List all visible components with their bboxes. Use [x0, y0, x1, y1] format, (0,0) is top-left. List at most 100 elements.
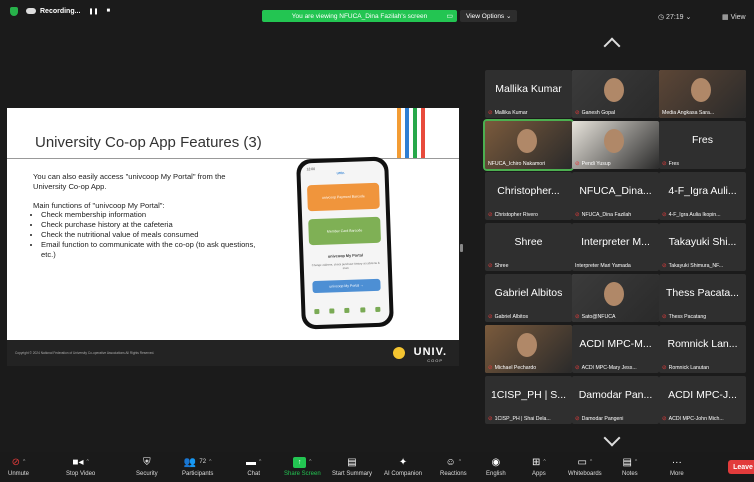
nav-icon [314, 308, 320, 315]
interpretation-button[interactable]: ◉ English [486, 456, 506, 477]
participant-display-name: ACDI MPC-M... [579, 338, 652, 350]
participant-face [604, 78, 624, 102]
participant-tile[interactable]: ⊘ Sato@NFUCA [572, 274, 659, 322]
participant-tile[interactable]: Fres ⊘ Fres [659, 121, 746, 169]
color-stripes [397, 108, 425, 158]
slide-title: University Co-op App Features (3) [35, 134, 262, 151]
security-label: Security [136, 471, 158, 477]
participant-face [517, 129, 537, 153]
nav-icon [329, 308, 335, 314]
leave-button[interactable]: Leave [728, 460, 754, 474]
participant-display-name: 4-F_Igra Auli... [668, 185, 737, 197]
start-summary-button[interactable]: ▤ Start Summary [332, 456, 372, 477]
stripe-red [421, 108, 425, 158]
gallery-scroll-up-icon[interactable] [603, 37, 621, 55]
participant-tile[interactable]: 4-F_Igra Auli... ⊘ 4-F_Igra Aulia Ikopin..… [659, 172, 746, 220]
stripe-green [413, 108, 417, 158]
stop-video-button[interactable]: ■◂ ^ Stop Video [66, 456, 95, 477]
unmute-button[interactable]: ⊘ ^ Unmute [8, 456, 29, 477]
participants-label: Participants [182, 471, 214, 477]
view-options-button[interactable]: View Options ⌄ [460, 10, 518, 22]
whiteboards-label: Whiteboards [568, 471, 602, 477]
participant-display-name: NFUCA_Dina... [579, 185, 652, 197]
reactions-button[interactable]: ☺ ^ Reactions [440, 456, 467, 477]
participant-name-label: ⊘ ACDI MPC-Mary Jess... [575, 365, 657, 371]
participant-tile[interactable]: Shree ⊘ Shree [485, 223, 572, 271]
participant-tile[interactable]: Mallika Kumar ⊘ Mallika Kumar [485, 70, 572, 118]
participant-tile[interactable]: Romnick Lan... ⊘ Romnick Lanutan [659, 325, 746, 373]
gallery-scroll-down-icon[interactable] [603, 429, 621, 447]
participants-button[interactable]: 👥 72 ^ Participants [182, 456, 213, 477]
notes-label: Notes [622, 471, 638, 477]
participant-name: Interpreter Mari Yamada [575, 263, 631, 269]
summary-icon: ▤ [347, 457, 357, 468]
stop-recording-button[interactable]: ■ [107, 8, 111, 14]
ai-companion-button[interactable]: ✦ AI Companion [384, 456, 422, 477]
participant-tile[interactable]: ⊘ Michael Pechardo [485, 325, 572, 373]
slide-bullet-list: Check membership information Check purch… [33, 210, 258, 259]
participant-name: 4-F_Igra Aulia Ikopin... [668, 212, 721, 218]
bullet-item: Check membership information [41, 210, 258, 220]
chat-icon: ▬ ^ [246, 457, 262, 468]
participant-name: Shree [494, 263, 509, 269]
participant-name-label: Media Angkasa Sara... [662, 110, 744, 116]
participant-tile[interactable]: Christopher... ⊘ Christopher Rivero [485, 172, 572, 220]
unmute-label: Unmute [8, 471, 30, 477]
apps-button[interactable]: ⊞ ^ Apps [532, 456, 546, 477]
participant-display-name: Christopher... [497, 185, 560, 197]
participant-tile[interactable]: Gabriel Albitos ⊘ Gabriel Albitos [485, 274, 572, 322]
participant-tile[interactable]: Thess Pacata... ⊘ Thess Pacatang [659, 274, 746, 322]
notes-button[interactable]: ▤ ^ Notes [622, 456, 638, 477]
slide-footer: Copyright © 2024 National Federation of … [7, 340, 459, 366]
participant-name: Fres [668, 161, 679, 167]
participant-tile[interactable]: ⊘ Pendi Yusup [572, 121, 659, 169]
nav-icon [344, 307, 350, 314]
chat-button[interactable]: ▬ ^ Chat [246, 456, 261, 477]
participant-tile[interactable]: Interpreter M... Interpreter Mari Yamada [572, 223, 659, 271]
participant-tile[interactable]: ACDI MPC-M... ⊘ ACDI MPC-Mary Jess... [572, 325, 659, 373]
shared-slide: University Co-op App Features (3) You ca… [7, 108, 459, 366]
participant-name-label: ⊘ 4-F_Igra Aulia Ikopin... [662, 212, 744, 218]
participant-tile[interactable]: ⊘ Ganesh Gopal [572, 70, 659, 118]
participant-tile[interactable]: NFUCA_Dina... ⊘ NFUCA_Dina Fazilah [572, 172, 659, 220]
sparkle-icon: ✦ [398, 457, 408, 468]
more-label: More [670, 471, 684, 477]
participant-name: NFUCA_Ichiro Nakamori [488, 161, 546, 167]
participant-name: Gabriel Albitos [494, 314, 529, 320]
share-screen-button[interactable]: ↑ ^ Share Screen [284, 456, 321, 477]
participant-tile[interactable]: ACDI MPC-J... ⊘ ACDI MPC-John Mich... [659, 376, 746, 424]
globe-icon: ◉ [491, 457, 501, 468]
more-button[interactable]: ··· More [670, 456, 684, 477]
participant-name: Takayuki Shimura_NF... [668, 263, 724, 269]
phone-mockup: 12:00 univ. univcoop Payment Barcode Mem… [296, 156, 394, 330]
meeting-toolbar: ⊘ ^ Unmute ■◂ ^ Stop Video ⛨ Security 👥 72 ^… [0, 452, 754, 482]
video-camera-icon: ■◂ ^ [72, 457, 89, 468]
participant-tile[interactable]: NFUCA_Ichiro Nakamori [483, 119, 574, 171]
pause-recording-button[interactable]: ❚❚ [88, 8, 98, 15]
share-screen-label: Share Screen [284, 471, 321, 477]
participant-display-name: Fres [692, 134, 713, 146]
participant-tile[interactable]: Takayuki Shi... ⊘ Takayuki Shimura_NF... [659, 223, 746, 271]
whiteboards-button[interactable]: ▭ ^ Whiteboards [568, 456, 602, 477]
apps-icon: ⊞ ^ [532, 457, 546, 468]
muted-mic-icon: ⊘ [575, 314, 580, 320]
split-resize-handle[interactable] [460, 244, 463, 252]
portal-title: univcoop My Portal [327, 253, 364, 259]
whiteboard-icon: ▭ ^ [577, 457, 593, 468]
participant-name-label: ⊘ Mallika Kumar [488, 110, 570, 116]
slide-paragraph-1: You can also easily access "univcoop My … [33, 172, 226, 191]
recording-indicator: Recording... ❚❚ ■ [10, 6, 111, 16]
stop-video-label: Stop Video [66, 471, 96, 477]
meeting-timer[interactable]: ◷ 27:19 ⌄ [658, 13, 691, 21]
view-button[interactable]: ▦ View [722, 13, 746, 21]
participant-name-label: ⊘ Christopher Rivero [488, 212, 570, 218]
participant-tile[interactable]: 1CISP_PH | S... ⊘ 1CISP_PH | Shai Dela... [485, 376, 572, 424]
stripe-orange [397, 108, 401, 158]
payment-barcode-card: univcoop Payment Barcode [306, 182, 380, 212]
participant-name: Media Angkasa Sara... [662, 110, 715, 116]
participant-display-name: Gabriel Albitos [494, 287, 563, 299]
participant-name: ACDI MPC-Mary Jess... [581, 365, 637, 371]
security-button[interactable]: ⛨ Security [136, 456, 158, 477]
participant-tile[interactable]: Media Angkasa Sara... [659, 70, 746, 118]
participant-tile[interactable]: Damodar Pan... ⊘ Damodar Pangeni [572, 376, 659, 424]
